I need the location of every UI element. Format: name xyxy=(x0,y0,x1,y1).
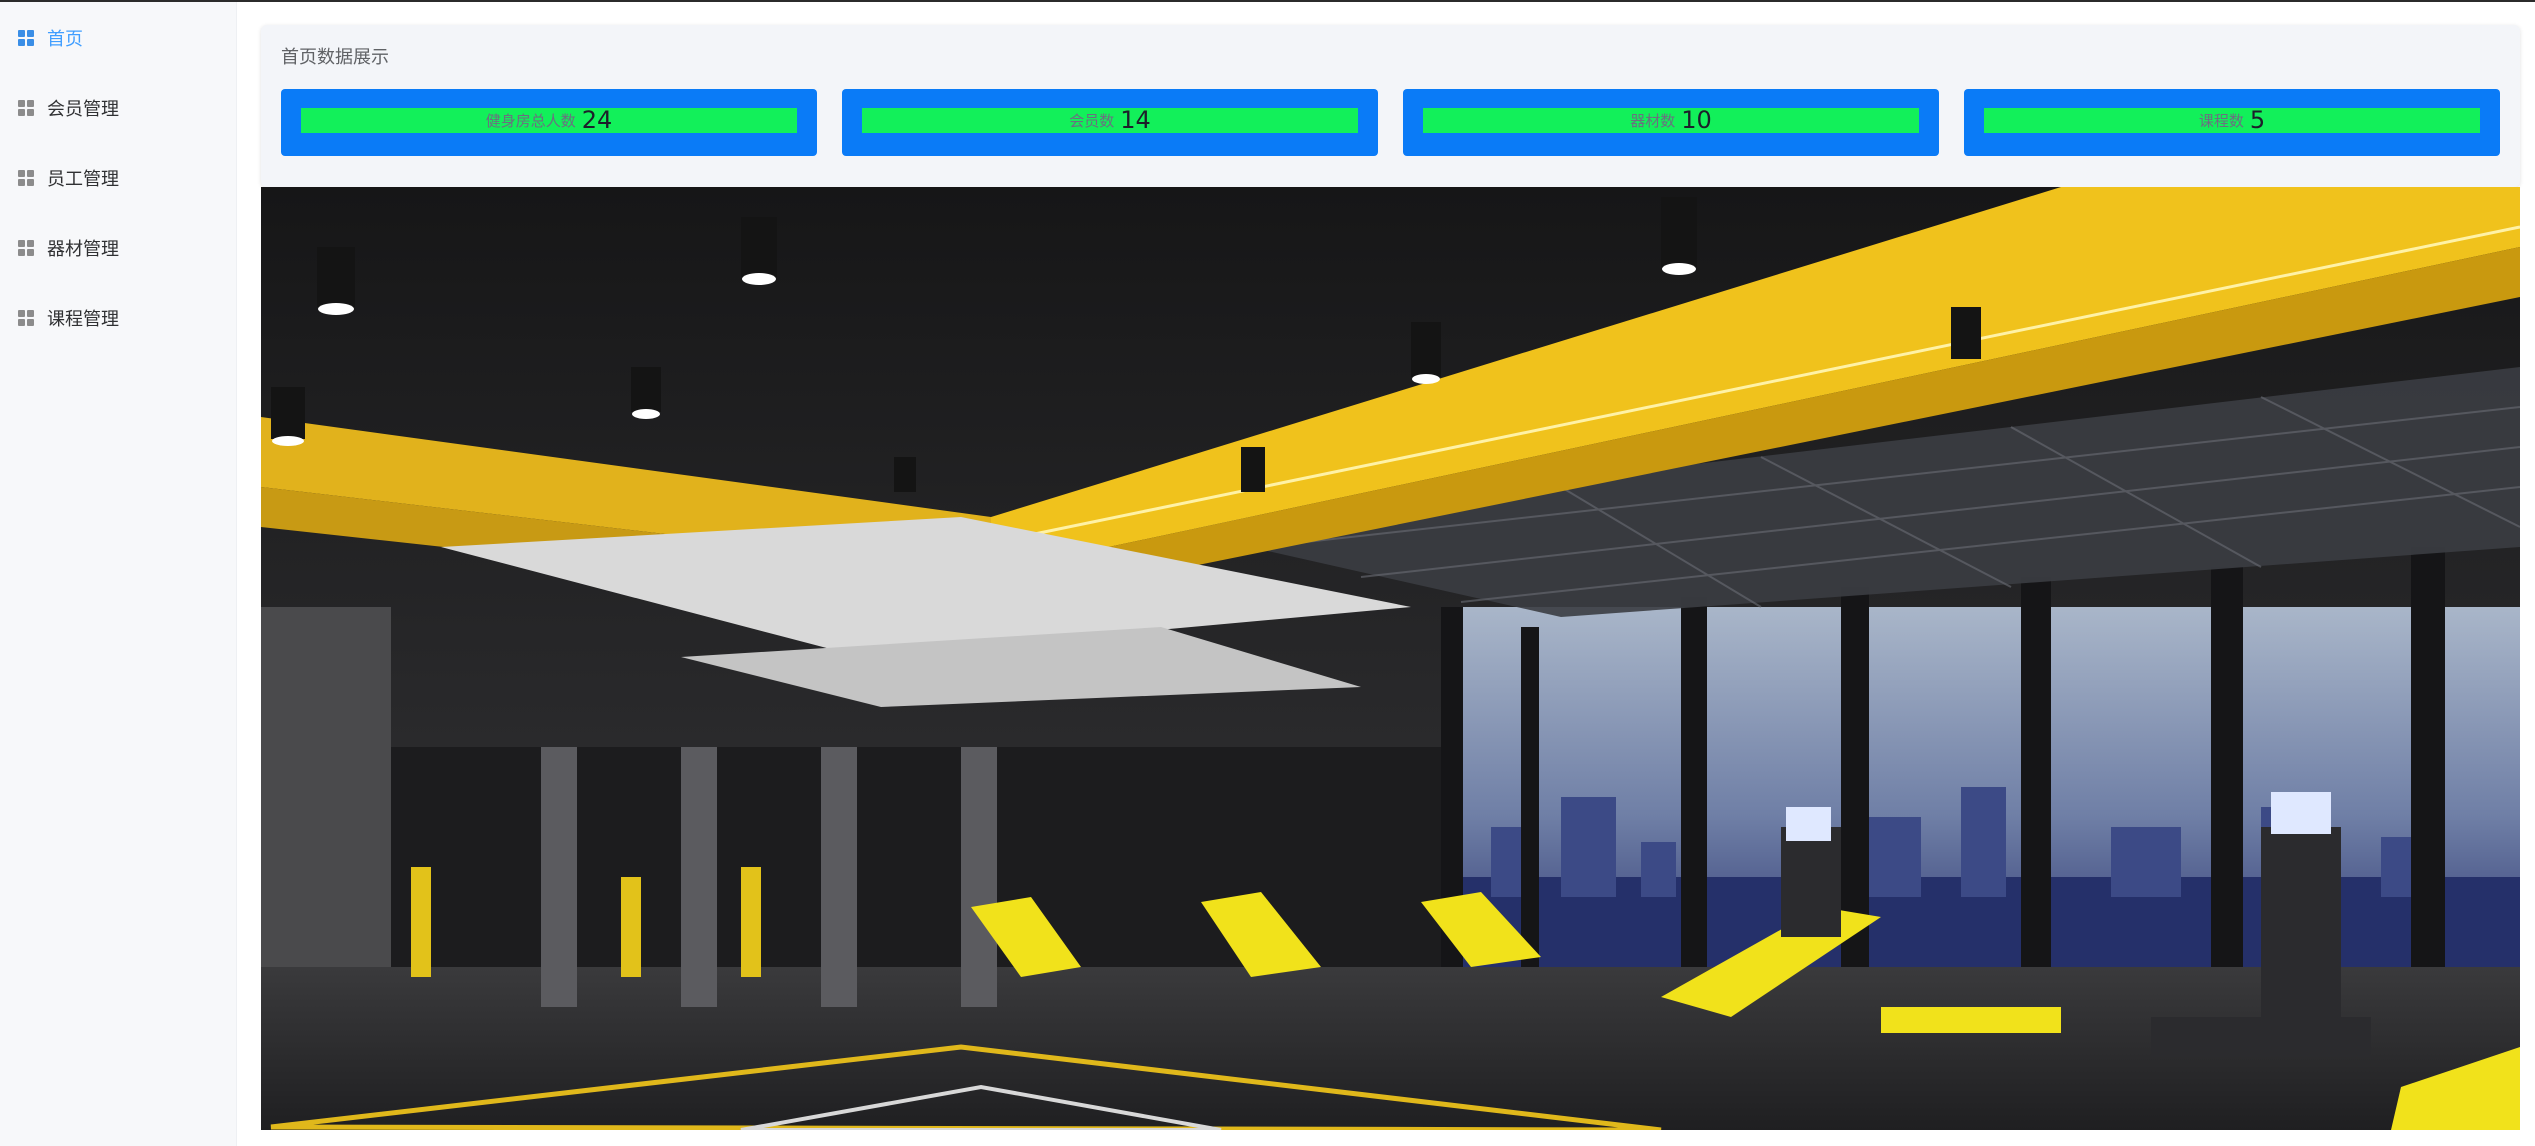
sidebar-item-label: 课程管理 xyxy=(47,309,119,330)
grid-icon xyxy=(18,170,34,186)
panel-title: 首页数据展示 xyxy=(281,47,389,68)
gym-photo xyxy=(261,187,2520,1130)
sidebar-item-home[interactable]: 首页 xyxy=(0,12,236,64)
stat-card-courses: 课程数 5 xyxy=(1964,89,2500,156)
top-border xyxy=(0,0,2535,2)
stat-value: 10 xyxy=(1681,106,1712,134)
stat-card-equipment: 器材数 10 xyxy=(1403,89,1939,156)
stat-card-total-people: 健身房总人数 24 xyxy=(281,89,817,156)
stat-card-bar: 课程数 5 xyxy=(1984,108,2480,133)
sidebar-item-label: 首页 xyxy=(47,29,83,50)
stat-card-bar: 会员数 14 xyxy=(862,108,1358,133)
sidebar-item-members[interactable]: 会员管理 xyxy=(0,82,236,134)
stat-value: 14 xyxy=(1120,106,1151,134)
sidebar-item-courses[interactable]: 课程管理 xyxy=(0,292,236,344)
stat-card-bar: 健身房总人数 24 xyxy=(301,108,797,133)
grid-icon xyxy=(18,310,34,326)
stat-label: 器材数 xyxy=(1630,112,1676,130)
stat-card-bar: 器材数 10 xyxy=(1423,108,1919,133)
sidebar-item-staff[interactable]: 员工管理 xyxy=(0,152,236,204)
sidebar-item-label: 会员管理 xyxy=(47,99,119,120)
sidebar-item-label: 器材管理 xyxy=(47,239,119,260)
stat-label: 会员数 xyxy=(1069,112,1115,130)
sidebar-item-equipment[interactable]: 器材管理 xyxy=(0,222,236,274)
grid-icon xyxy=(18,240,34,256)
stat-card-members: 会员数 14 xyxy=(842,89,1378,156)
stats-panel: 首页数据展示 健身房总人数 24 会员数 14 器材数 10 课程数 5 xyxy=(261,25,2520,187)
sidebar-item-label: 员工管理 xyxy=(47,169,119,190)
grid-icon xyxy=(18,100,34,116)
stat-value: 5 xyxy=(2249,106,2266,134)
stat-value: 24 xyxy=(581,106,613,134)
stat-label: 课程数 xyxy=(2198,112,2244,130)
stat-label: 健身房总人数 xyxy=(485,112,576,130)
grid-icon xyxy=(18,30,34,46)
sidebar: 首页 会员管理 员工管理 器材管理 课程管理 xyxy=(0,2,237,1146)
